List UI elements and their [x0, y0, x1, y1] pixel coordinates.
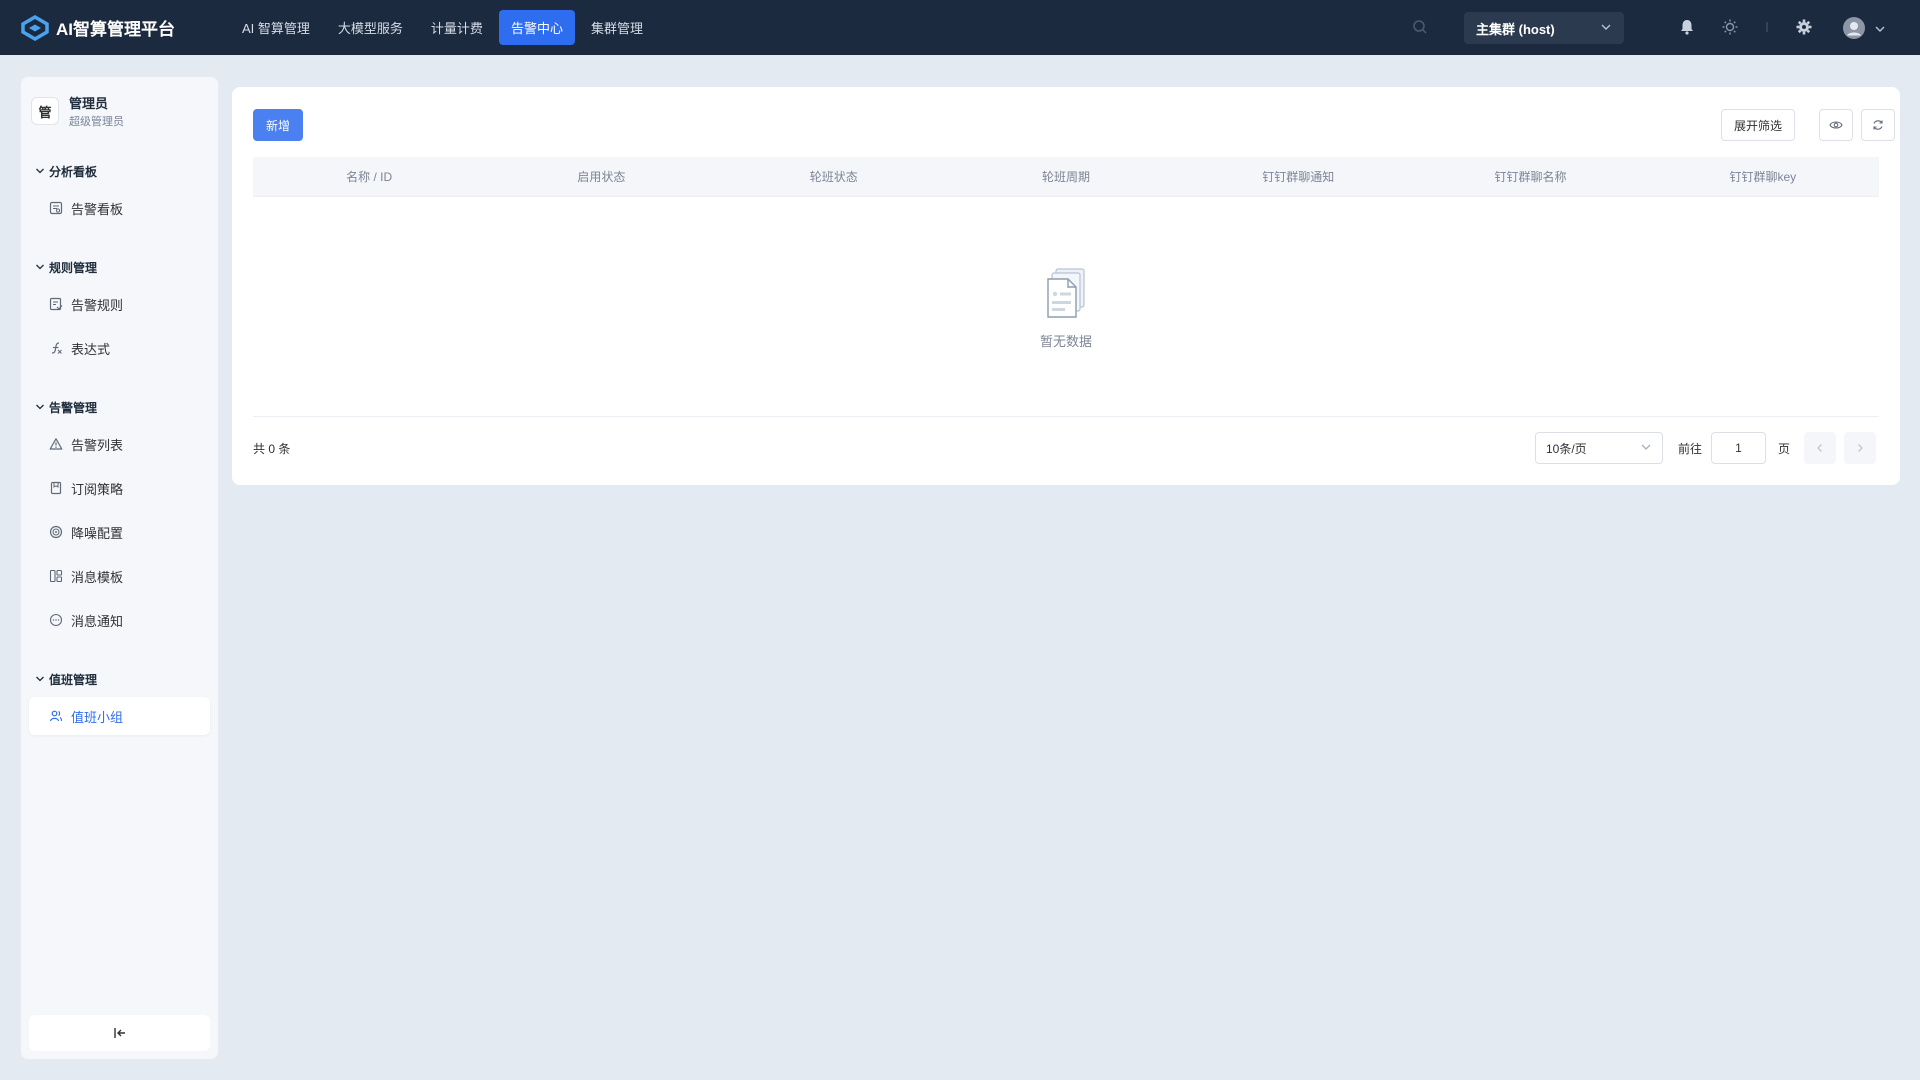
sidebar-item-message-notify[interactable]: 消息通知 [29, 601, 210, 639]
sidebar: 管 管理员 超级管理员 分析看板 告警看板 规则管理 告警规则 表达式 告警管理… [20, 76, 219, 1060]
refresh-icon [1873, 120, 1883, 130]
sidebar-group-label: 值班管理 [49, 673, 98, 687]
column-header-rotation-status[interactable]: 轮班状态 [718, 157, 950, 196]
chevron-down-icon [35, 165, 45, 179]
sidebar-item-oncall-team[interactable]: 值班小组 [29, 697, 210, 735]
sidebar-group-dashboard[interactable]: 分析看板 [35, 163, 97, 180]
sidebar-item-label: 订阅策略 [71, 481, 124, 497]
user-name: 管理员 [69, 96, 109, 111]
empty-state: 暂无数据 [232, 267, 1900, 350]
expression-icon [51, 342, 62, 354]
sidebar-group-oncall[interactable]: 值班管理 [35, 671, 97, 688]
avatar: 管 [31, 97, 59, 125]
sidebar-item-label: 降噪配置 [71, 525, 124, 541]
table-header: 名称 / ID 启用状态 轮班状态 轮班周期 钉钉群聊通知 钉钉群聊名称 钉钉群… [253, 157, 1879, 197]
sidebar-item-message-template[interactable]: 消息模板 [29, 557, 210, 595]
user-avatar-icon[interactable] [1842, 16, 1866, 45]
column-header-rotation-period[interactable]: 轮班周期 [950, 157, 1182, 196]
sun-icon[interactable] [1721, 18, 1739, 41]
nav-llm-service[interactable]: 大模型服务 [326, 10, 415, 45]
template-icon [49, 569, 63, 583]
column-visibility-button[interactable] [1819, 109, 1853, 141]
page-size-value: 10条/页 [1546, 441, 1587, 456]
add-button[interactable]: 新增 [253, 109, 303, 141]
main-panel: 新增 展开筛选 名称 / ID 启用状态 轮班状态 轮班周期 钉钉群聊通知 钉钉… [232, 87, 1900, 485]
nav-ai-compute[interactable]: AI 智算管理 [230, 10, 322, 45]
sidebar-group-label: 分析看板 [49, 165, 98, 179]
chevron-down-icon[interactable] [1874, 22, 1886, 40]
chevron-down-icon [35, 401, 45, 415]
chevron-right-icon [1858, 444, 1863, 452]
bell-icon[interactable] [1679, 18, 1695, 41]
expand-filter-button[interactable]: 展开筛选 [1721, 109, 1795, 141]
search-icon[interactable] [1412, 19, 1428, 40]
chevron-down-icon [1640, 441, 1652, 456]
app-logo[interactable]: AI智算管理平台 [20, 14, 210, 41]
sidebar-group-rules[interactable]: 规则管理 [35, 259, 97, 276]
sidebar-item-alert-dashboard[interactable]: 告警看板 [29, 189, 210, 227]
column-header-dingtalk-key[interactable]: 钉钉群聊key [1647, 157, 1879, 196]
sidebar-group-label: 告警管理 [49, 401, 98, 415]
app-title: AI智算管理平台 [56, 20, 175, 39]
sidebar-item-label: 值班小组 [71, 709, 124, 725]
sidebar-item-label: 告警看板 [71, 201, 124, 217]
subscribe-icon [50, 481, 62, 495]
user-info: 管 管理员 超级管理员 [21, 77, 218, 129]
sidebar-item-label: 消息通知 [71, 613, 124, 629]
team-icon [49, 710, 63, 722]
sidebar-item-label: 表达式 [71, 341, 111, 357]
prev-page-button[interactable] [1804, 432, 1836, 464]
empty-text: 暂无数据 [1039, 334, 1092, 349]
chevron-left-icon [1817, 444, 1822, 452]
goto-label: 前往 [1678, 442, 1703, 456]
dashboard-icon [49, 201, 63, 215]
column-header-enabled[interactable]: 启用状态 [485, 157, 717, 196]
sidebar-item-label: 消息模板 [71, 569, 124, 585]
sidebar-item-label: 告警规则 [71, 297, 124, 313]
sidebar-item-label: 告警列表 [71, 437, 124, 453]
nav-alert-center[interactable]: 告警中心 [498, 10, 575, 45]
divider [253, 416, 1879, 417]
refresh-button[interactable] [1861, 109, 1895, 141]
gear-icon[interactable] [1795, 18, 1813, 41]
sidebar-group-alerts[interactable]: 告警管理 [35, 399, 97, 416]
chevron-down-icon [1600, 21, 1612, 36]
sidebar-item-alert-rules[interactable]: 告警规则 [29, 285, 210, 323]
page-size-select[interactable]: 10条/页 [1535, 432, 1663, 464]
sidebar-item-alert-list[interactable]: 告警列表 [29, 425, 210, 463]
column-header-dingtalk-notify[interactable]: 钉钉群聊通知 [1182, 157, 1414, 196]
chevron-down-icon [35, 673, 45, 687]
divider [1766, 20, 1768, 39]
cluster-select-value: 主集群 (host) [1476, 21, 1555, 37]
next-page-button[interactable] [1844, 432, 1876, 464]
total-count: 共 0 条 [253, 442, 291, 456]
chevron-down-icon [35, 261, 45, 275]
warning-icon [49, 438, 63, 450]
eye-icon [1829, 121, 1843, 129]
rule-icon [49, 297, 63, 311]
sidebar-item-subscription[interactable]: 订阅策略 [29, 469, 210, 507]
sidebar-item-expression[interactable]: 表达式 [29, 329, 210, 367]
top-navbar: AI智算管理平台 AI 智算管理 大模型服务 计量计费 告警中心 集群管理 主集… [0, 0, 1920, 55]
goto-page-input[interactable] [1711, 432, 1766, 464]
main-nav: AI 智算管理 大模型服务 计量计费 告警中心 集群管理 [230, 10, 659, 45]
nav-billing[interactable]: 计量计费 [419, 10, 495, 45]
column-header-dingtalk-name[interactable]: 钉钉群聊名称 [1414, 157, 1646, 196]
user-role: 超级管理员 [69, 116, 124, 128]
page-suffix: 页 [1778, 442, 1791, 456]
sidebar-group-label: 规则管理 [49, 261, 98, 275]
column-header-name[interactable]: 名称 / ID [253, 157, 485, 196]
noise-icon [49, 525, 63, 539]
logo-icon [21, 14, 49, 41]
sidebar-item-noise-reduction[interactable]: 降噪配置 [29, 513, 210, 551]
nav-cluster[interactable]: 集群管理 [579, 10, 655, 45]
sidebar-collapse-button[interactable] [29, 1015, 210, 1051]
message-icon [49, 613, 63, 627]
cluster-select[interactable]: 主集群 (host) [1464, 12, 1624, 44]
empty-data-icon [1047, 268, 1085, 318]
collapse-icon [113, 1028, 125, 1038]
